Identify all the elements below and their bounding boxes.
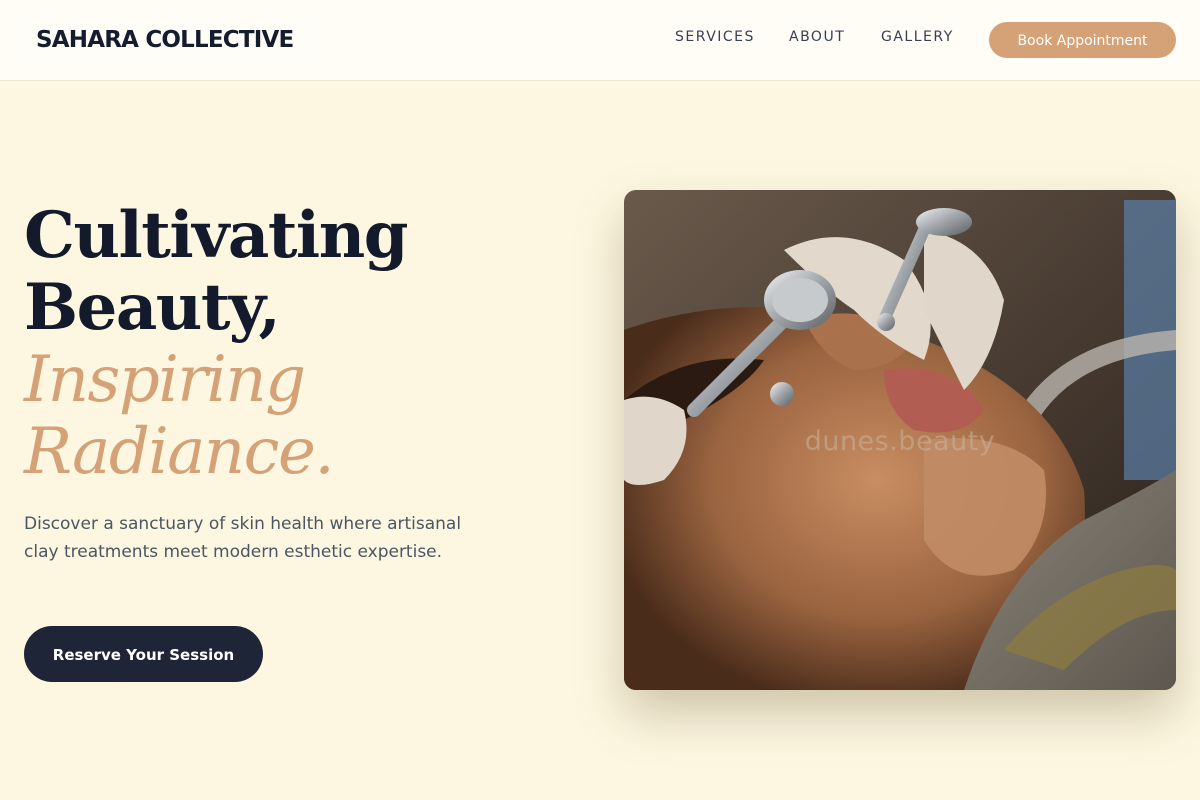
nav-link-services[interactable]: SERVICES [675,29,755,45]
book-appointment-button[interactable]: Book Appointment [989,22,1176,58]
hero-title-line-1: Cultivating [24,198,408,273]
site-header: SAHARA COLLECTIVE SERVICES ABOUT GALLERY… [0,0,1200,81]
hero-title-line-2: Beauty, [24,270,281,345]
reserve-session-button[interactable]: Reserve Your Session [24,626,263,682]
hero-title: Cultivating Beauty, Inspiring Radiance. [24,198,408,489]
nav-link-gallery[interactable]: GALLERY [881,29,954,45]
hero-accent-line-2: Radiance. [24,415,335,489]
hero-description: Discover a sanctuary of skin health wher… [24,514,462,562]
hero-accent-line-1: Inspiring [24,343,306,417]
hero-image: dunes.beauty [624,190,1176,690]
nav-link-about[interactable]: ABOUT [789,29,845,45]
watermark: dunes.beauty [804,426,996,457]
brand-logo[interactable]: SAHARA COLLECTIVE [24,18,306,62]
